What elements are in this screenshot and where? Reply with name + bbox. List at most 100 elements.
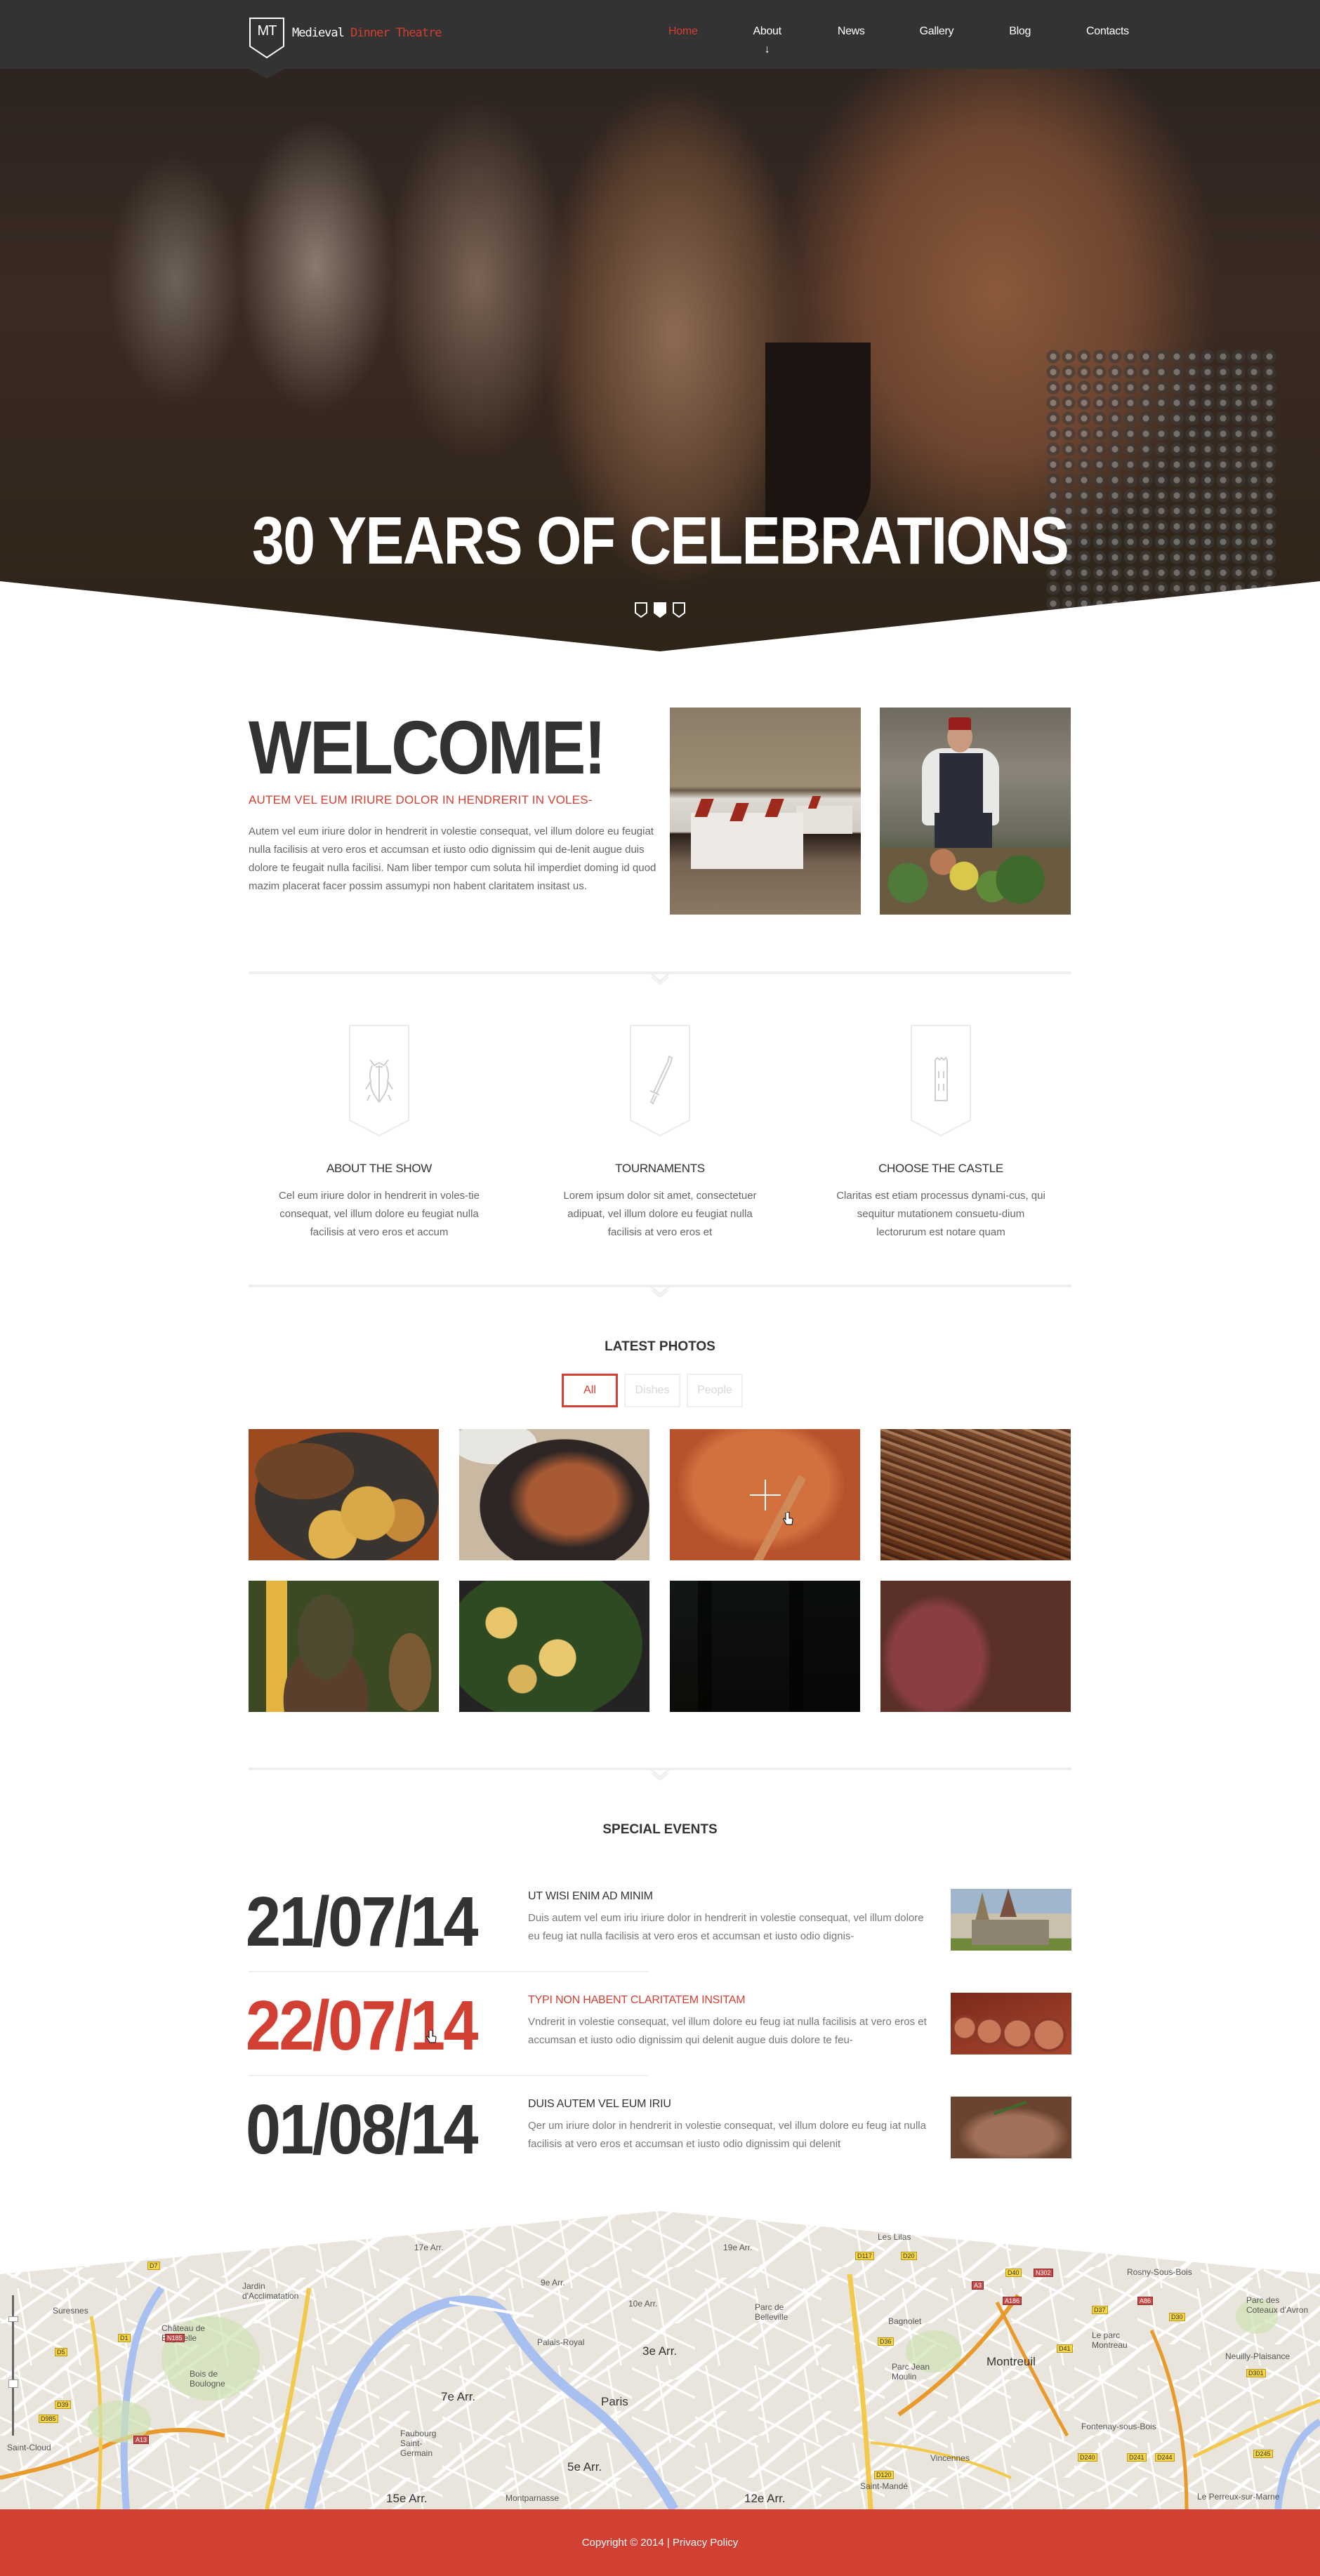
feature-text: Claritas est etiam processus dynami-cus,…: [836, 1190, 1045, 1238]
nav-about[interactable]: About ↓: [753, 25, 781, 55]
road-badge: D301: [1246, 2369, 1266, 2377]
map-label: Saint-Mandé: [860, 2481, 909, 2491]
map-label: Fontenay-sous-Bois: [1081, 2422, 1156, 2431]
road-badge: D39: [55, 2401, 71, 2409]
map-label: Palais-Royal: [537, 2337, 585, 2347]
event-image[interactable]: [951, 1993, 1071, 2054]
site-header: MT Medieval Dinner Theatre Home About ↓ N…: [0, 0, 1320, 69]
arrow-down-icon: ↓: [764, 44, 770, 55]
map-label: Bagnolet: [888, 2316, 922, 2326]
hand-cursor-icon: [426, 2030, 437, 2043]
gallery-item-hovered[interactable]: [670, 1429, 860, 1560]
slide-dot-1[interactable]: [635, 602, 647, 618]
event-image[interactable]: [951, 1889, 1071, 1951]
road-badge: D41: [1057, 2344, 1073, 2353]
feature-banner: [911, 1025, 971, 1137]
map-label: 12e Arr.: [744, 2492, 786, 2505]
road-badge: A13: [133, 2436, 150, 2444]
location-map[interactable]: 17e Arr. 19e Arr. 9e Arr. 10e Arr. Les L…: [0, 2211, 1320, 2509]
feature-title: ABOUT THE SHOW: [326, 1162, 433, 1175]
logo-initials: MT: [257, 23, 277, 39]
chevron-down-icon: [649, 1284, 671, 1299]
map-label: 3e Arr.: [642, 2344, 678, 2358]
road-badge: D117: [855, 2252, 874, 2260]
filter-dishes[interactable]: Dishes: [624, 1374, 680, 1407]
hero-slider: 30 YEARS OF CELEBRATIONS: [0, 69, 1320, 651]
map-label: 19e Arr.: [723, 2243, 753, 2252]
nav-contacts[interactable]: Contacts: [1086, 25, 1129, 38]
zoom-handle[interactable]: [8, 2316, 18, 2322]
sword-icon: [649, 1055, 673, 1105]
feature-tournaments: TOURNAMENTS Lorem ipsum dolor sit amet, …: [555, 1025, 765, 1242]
welcome-title: WELCOME!: [249, 705, 606, 790]
gallery-item[interactable]: [459, 1581, 649, 1712]
feature-about-show: ABOUT THE SHOW Cel eum iriure dolor in h…: [274, 1025, 484, 1242]
gallery-item[interactable]: [249, 1429, 439, 1560]
hand-cursor-icon: [783, 1512, 793, 1525]
tower-spire: [975, 1892, 989, 1920]
site-footer: Copyright © 2014 | Privacy Policy: [0, 2509, 1320, 2576]
event-title[interactable]: DUIS AUTEM VEL EUM IRIU: [528, 2098, 671, 2111]
map-label: Le parc Montreau: [1092, 2330, 1128, 2350]
feature-choose-castle: CHOOSE THE CASTLE Claritas est etiam pro…: [836, 1025, 1046, 1242]
feature-title: TOURNAMENTS: [615, 1162, 705, 1175]
road-badge: D245: [1253, 2450, 1273, 2458]
vegetables: [880, 848, 1071, 915]
map-label: Vincennes: [930, 2453, 970, 2463]
feature-text: Cel eum iriure dolor in hendrerit in vol…: [279, 1190, 480, 1238]
road-badge: D241: [1127, 2453, 1147, 2462]
logo-badge-icon: MT: [249, 17, 285, 59]
section-divider: [249, 1767, 1071, 1781]
nav-blog[interactable]: Blog: [1009, 25, 1031, 38]
table-shape: [691, 813, 803, 869]
zoom-out-button[interactable]: [8, 2379, 18, 2388]
gallery-item[interactable]: [880, 1429, 1071, 1560]
section-divider: [249, 971, 1071, 985]
gallery-item[interactable]: [880, 1581, 1071, 1712]
map-label: Montparnasse: [506, 2493, 560, 2503]
event-text: Duis autem vel eum iriu iriure dolor in …: [528, 1912, 924, 1942]
chevron-down-icon: [649, 971, 671, 985]
event-image[interactable]: [951, 2097, 1071, 2158]
gallery-item[interactable]: [459, 1429, 649, 1560]
map-roads: [0, 2273, 1320, 2509]
gallery-item[interactable]: [670, 1581, 860, 1712]
gallery-title: LATEST PHOTOS: [605, 1339, 715, 1354]
map-zoom-slider[interactable]: [8, 2295, 18, 2436]
event-title-highlighted[interactable]: TYPI NON HABENT CLARITATEM INSITAM: [528, 1994, 746, 2007]
welcome-image-dining: [670, 708, 861, 915]
hero-chainmail: [1046, 350, 1278, 630]
castle-tower-icon: [935, 1056, 948, 1101]
rosemary-sprig: [993, 2100, 1028, 2116]
slide-dot-3[interactable]: [673, 602, 685, 618]
figure-hat: [949, 717, 971, 730]
slide-dot-2-active[interactable]: [654, 602, 666, 618]
road-badge: D240: [1078, 2453, 1097, 2462]
road-badge: D5: [55, 2348, 67, 2356]
zoom-plus-icon[interactable]: [749, 1479, 781, 1511]
nav-about-label: About: [753, 25, 781, 37]
logo-name-part1: Medieval: [292, 26, 345, 40]
nav-home[interactable]: Home: [668, 25, 698, 38]
castle-wall: [972, 1920, 1049, 1945]
road-badge: N302: [1034, 2269, 1053, 2277]
map-marker-icon[interactable]: A: [0, 2211, 15, 2232]
event-date: 01/08/14: [246, 2090, 478, 2169]
nav-gallery[interactable]: Gallery: [920, 25, 954, 38]
feature-banner: [349, 1025, 409, 1137]
gallery-item[interactable]: [249, 1581, 439, 1712]
event-text: Vndrerit in volestie consequat, vel illu…: [528, 2016, 927, 2046]
road-badge: D36: [878, 2337, 894, 2346]
road-badge: D7: [147, 2262, 160, 2270]
filter-all[interactable]: All: [562, 1374, 618, 1407]
logo[interactable]: MT Medieval Dinner Theatre: [249, 17, 442, 59]
filter-people[interactable]: People: [687, 1374, 743, 1407]
section-divider: [249, 1284, 1071, 1299]
road-badge: D1: [118, 2334, 131, 2342]
nav-news[interactable]: News: [838, 25, 865, 38]
map-label: Les Lilas: [878, 2232, 911, 2242]
event-title[interactable]: UT WISI ENIM AD MINIM: [528, 1890, 653, 1903]
privacy-policy-link[interactable]: Privacy Policy: [673, 2537, 738, 2549]
road-badge: D20: [901, 2252, 917, 2260]
map-label: 17e Arr.: [414, 2243, 444, 2252]
